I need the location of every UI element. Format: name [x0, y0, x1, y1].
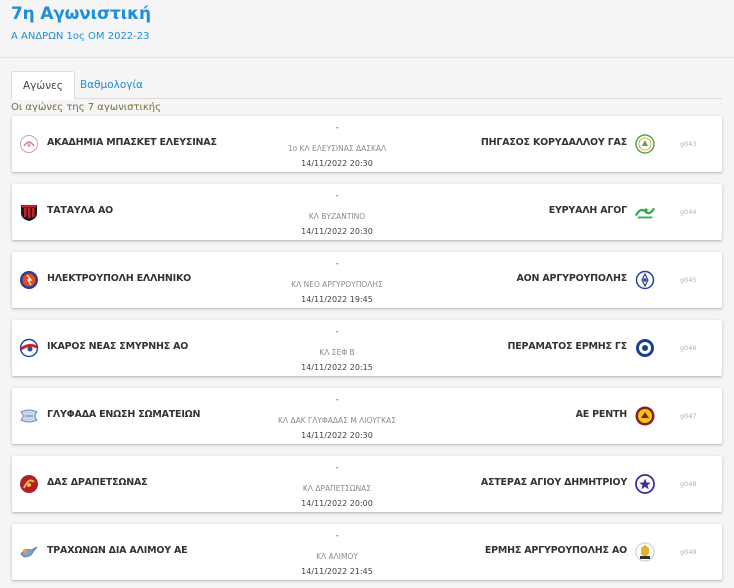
match-venue: ΚΛ ΔΡΑΠΕΤΣΩΝΑΣ — [302, 484, 372, 493]
trachones-logo-icon — [19, 542, 39, 562]
match-code: g049 — [680, 548, 697, 556]
home-team-name: ΤΑΤΑΥΛΑ ΑΟ — [47, 205, 113, 216]
match-score: - — [335, 531, 339, 541]
section-label: Οι αγώνες της 7 αγωνιστικής — [11, 102, 161, 113]
match-info: - ΚΛ ΝΕΟ ΑΡΓΥΡΟΥΠΟΛΗΣ 14/11/2022 19:45 — [237, 258, 437, 305]
match-info: - ΚΛ ΑΛΙΜΟΥ 14/11/2022 21:45 — [237, 530, 437, 577]
match-card[interactable]: ΗΛΕΚΤΡΟΥΠΟΛΗ ΕΛΛΗΝΙΚΟ - ΚΛ ΝΕΟ ΑΡΓΥΡΟΥΠΟ… — [12, 252, 722, 308]
match-code: g043 — [680, 140, 697, 148]
ermis-logo-icon — [635, 542, 655, 562]
match-score: - — [335, 327, 339, 337]
match-venue: ΚΛ ΑΛΙΜΟΥ — [316, 552, 358, 561]
match-score: - — [335, 463, 339, 473]
basketball-academy-logo-icon — [19, 134, 39, 154]
match-info: - ΚΛ ΔΑΚ ΓΛΥΦΑΔΑΣ Μ ΛΙΟΥΓΚΑΣ 14/11/2022 … — [237, 394, 437, 441]
tatavla-shield-icon — [19, 202, 39, 222]
match-venue: ΚΛ ΣΕΦ Β — [319, 348, 355, 357]
home-team-name: ΤΡΑΧΩΝΩΝ ΔΙΑ ΑΛΙΜΟΥ ΑΕ — [47, 545, 188, 556]
rentis-logo-icon — [635, 406, 655, 426]
match-card[interactable]: ΑΚΑΔΗΜΙΑ ΜΠΑΣΚΕΤ ΕΛΕΥΣΙΝΑΣ - 1ο ΚΛ ΕΛΕΥΣ… — [12, 116, 722, 172]
home-team-name: ΔΑΣ ΔΡΑΠΕΤΣΩΝΑΣ — [47, 477, 148, 488]
asteras-star-icon — [635, 474, 655, 494]
away-team-name: ΑΣΤΕΡΑΣ ΑΓΙΟΥ ΔΗΜΗΤΡΙΟΥ — [480, 477, 627, 488]
match-datetime: 14/11/2022 20:15 — [301, 363, 373, 372]
match-venue: 1ο ΚΛ ΕΛΕΥΣΙΝΑΣ ΔΑΣΚΑΛ — [287, 144, 387, 153]
drapetsona-logo-icon — [19, 474, 39, 494]
ilektroupoli-logo-icon — [19, 270, 39, 290]
peramatos-logo-icon — [635, 338, 655, 358]
match-card[interactable]: ΔΑΣ ΔΡΑΠΕΤΣΩΝΑΣ - ΚΛ ΔΡΑΠΕΤΣΩΝΑΣ 14/11/2… — [12, 456, 722, 512]
away-team-name: ΠΗΓΑΣΟΣ ΚΟΡΥΔΑΛΛΟΥ ΓΑΣ — [480, 137, 627, 148]
home-team-name: ΓΛΥΦΑΔΑ ΕΝΩΣΗ ΣΩΜΑΤΕΙΩΝ — [47, 409, 201, 420]
pegasus-logo-icon — [635, 134, 655, 154]
match-venue: ΚΛ ΒΥΖΑΝΤΙΝΟ — [308, 212, 366, 221]
match-code: g045 — [680, 276, 697, 284]
ikaros-logo-icon — [19, 338, 39, 358]
match-code: g044 — [680, 208, 697, 216]
match-score: - — [335, 395, 339, 405]
match-datetime: 14/11/2022 20:30 — [301, 159, 373, 168]
match-info: - ΚΛ ΔΡΑΠΕΤΣΩΝΑΣ 14/11/2022 20:00 — [237, 462, 437, 509]
match-score: - — [335, 191, 339, 201]
match-code: g047 — [680, 412, 697, 420]
home-team-name: ΑΚΑΔΗΜΙΑ ΜΠΑΣΚΕΤ ΕΛΕΥΣΙΝΑΣ — [47, 137, 217, 148]
match-venue: ΚΛ ΔΑΚ ΓΛΥΦΑΔΑΣ Μ ΛΙΟΥΓΚΑΣ — [278, 416, 396, 425]
match-venue: ΚΛ ΝΕΟ ΑΡΓΥΡΟΥΠΟΛΗΣ — [291, 280, 383, 289]
home-team-name: ΙΚΑΡΟΣ ΝΕΑΣ ΣΜΥΡΝΗΣ ΑΟ — [47, 341, 189, 352]
match-card[interactable]: ΤΑΤΑΥΛΑ ΑΟ - ΚΛ ΒΥΖΑΝΤΙΝΟ 14/11/2022 20:… — [12, 184, 722, 240]
match-score: - — [335, 123, 339, 133]
match-card[interactable]: ΙΚΑΡΟΣ ΝΕΑΣ ΣΜΥΡΝΗΣ ΑΟ - ΚΛ ΣΕΦ Β 14/11/… — [12, 320, 722, 376]
match-card[interactable]: ΤΡΑΧΩΝΩΝ ΔΙΑ ΑΛΙΜΟΥ ΑΕ - ΚΛ ΑΛΙΜΟΥ 14/11… — [12, 524, 722, 580]
glyfada-logo-icon — [19, 406, 39, 426]
match-datetime: 14/11/2022 20:30 — [301, 227, 373, 236]
tab-bar: Αγώνες Βαθμολογία — [11, 71, 722, 100]
tab-standings[interactable]: Βαθμολογία — [69, 71, 154, 100]
page-header: 7η Αγωνιστική Α ΑΝΔΡΩΝ 1ος ΟΜ 2022-23 — [0, 0, 734, 58]
match-code: g046 — [680, 344, 697, 352]
aon-logo-icon — [635, 270, 655, 290]
away-team-name: ΠΕΡΑΜΑΤΟΣ ΕΡΜΗΣ ΓΣ — [507, 341, 627, 352]
match-datetime: 14/11/2022 20:00 — [301, 499, 373, 508]
match-info: - ΚΛ ΒΥΖΑΝΤΙΝΟ 14/11/2022 20:30 — [237, 190, 437, 237]
page-title: 7η Αγωνιστική — [11, 4, 151, 24]
competition-link[interactable]: Α ΑΝΔΡΩΝ 1ος ΟΜ 2022-23 — [11, 31, 150, 42]
match-datetime: 14/11/2022 20:30 — [301, 431, 373, 440]
match-datetime: 14/11/2022 21:45 — [301, 567, 373, 576]
match-info: - ΚΛ ΣΕΦ Β 14/11/2022 20:15 — [237, 326, 437, 373]
match-score: - — [335, 259, 339, 269]
match-card[interactable]: ΓΛΥΦΑΔΑ ΕΝΩΣΗ ΣΩΜΑΤΕΙΩΝ - ΚΛ ΔΑΚ ΓΛΥΦΑΔΑ… — [12, 388, 722, 444]
match-info: - 1ο ΚΛ ΕΛΕΥΣΙΝΑΣ ΔΑΣΚΑΛ 14/11/2022 20:3… — [237, 122, 437, 169]
home-team-name: ΗΛΕΚΤΡΟΥΠΟΛΗ ΕΛΛΗΝΙΚΟ — [47, 273, 192, 284]
away-team-name: ΕΡΜΗΣ ΑΡΓΥΡΟΥΠΟΛΗΣ ΑΟ — [484, 545, 627, 556]
evryali-logo-icon — [635, 202, 655, 222]
away-team-name: ΕΥΡΥΑΛΗ ΑΓΟΓ — [548, 205, 628, 216]
away-team-name: ΑΟΝ ΑΡΓΥΡΟΥΠΟΛΗΣ — [516, 273, 628, 284]
match-code: g048 — [680, 480, 697, 488]
tab-games[interactable]: Αγώνες — [11, 71, 75, 100]
away-team-name: ΑΕ ΡΕΝΤΗ — [575, 409, 628, 420]
match-datetime: 14/11/2022 19:45 — [301, 295, 373, 304]
